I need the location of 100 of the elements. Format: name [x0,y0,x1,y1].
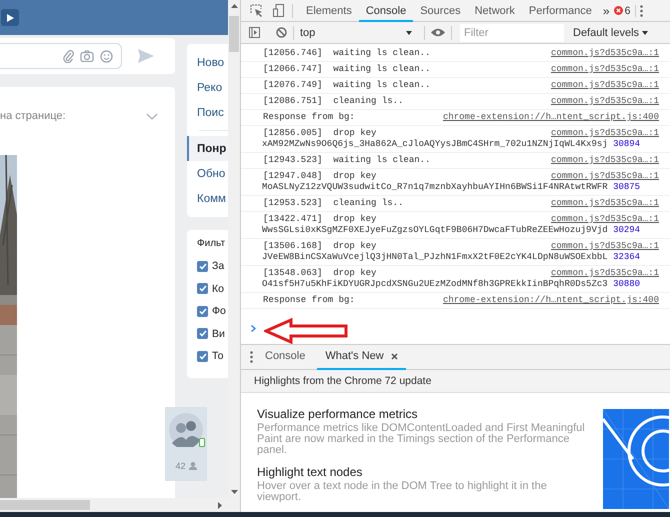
source-link[interactable]: common.js?d535c9a…:1 [550,268,659,279]
log-number: 30294 [613,225,640,235]
feature-title: Highlight text nodes [257,465,364,479]
source-link[interactable]: common.js?d535c9a…:1 [550,198,659,209]
log-message: Response from bg: [263,112,355,123]
eye-icon[interactable] [431,28,445,37]
dropdown-arrow-icon [406,30,412,34]
filter-title: Фильт [197,238,226,251]
horizontal-scrollbar[interactable] [0,498,240,512]
menu-item[interactable]: Комм [187,186,228,211]
menu-icon[interactable] [640,4,644,16]
checkbox-label: Фо [212,305,226,318]
avatar[interactable] [169,413,203,447]
scroll-down-icon[interactable] [230,490,238,494]
source-link[interactable]: common.js?d535c9a…:1 [550,96,659,107]
devtools-tab[interactable]: Network [468,0,522,22]
smiley-icon[interactable] [100,50,113,62]
message-field[interactable] [0,43,122,69]
menu-item[interactable]: Реко [187,75,228,100]
scroll-right-icon[interactable] [218,502,222,508]
log-message: [12947.048] drop key [263,171,376,182]
filter-field[interactable]: Filter [460,24,564,42]
log-key: JVeEW8BinCSXaWuVcejlQ3jHN0Tal_PJzhN1FmxX2tF0E2cYK4LDpN8uWSOExbbL [262,252,608,262]
log-message: [12066.747] waiting ls clean.. [263,64,430,75]
menu-item[interactable]: Обно [187,161,228,186]
chevron-down-icon[interactable] [146,112,158,120]
error-count: 6 [624,4,630,16]
checkbox[interactable] [197,283,208,294]
checkbox-label: То [212,350,224,362]
camera-icon[interactable] [80,50,94,62]
log-message: [12953.523] cleaning ls.. [263,198,404,209]
clear-console-icon[interactable] [276,27,287,38]
error-icon [614,6,623,15]
scroll-thumb[interactable] [229,16,239,52]
log-message: [13422.471] drop key [263,214,376,225]
person-icon [188,462,196,470]
context-dropdown[interactable]: top [300,26,418,38]
log-number: 30880 [613,279,640,289]
checkbox-label: Ко [212,282,224,295]
play-button[interactable] [1,9,19,26]
menu-item[interactable]: Ново [187,50,228,75]
log-key: MoASLNyZ12zVQUW3sudwitCo_R7n1q7mznbXayhbuAYIHn6BWSi1F4NRAtwtRWFR [262,182,608,192]
log-message: [12943.523] waiting ls clean.. [263,155,430,166]
source-link[interactable]: common.js?d535c9a…:1 [550,241,659,252]
scroll-up-icon[interactable] [230,4,238,8]
highlights-banner: Highlights from the Chrome 72 update [241,370,670,393]
devtools-tab[interactable]: Sources [413,0,468,22]
source-link[interactable]: chrome-extension://h…ntent_script.js:400 [442,295,659,306]
log-message: [13548.063] drop key [263,268,376,279]
source-link[interactable]: common.js?d535c9a…:1 [550,155,659,166]
devtools-tab[interactable]: Elements [299,0,359,22]
source-link[interactable]: common.js?d535c9a…:1 [550,64,659,75]
log-message: [12056.746] waiting ls clean.. [263,48,430,59]
source-link[interactable]: common.js?d535c9a…:1 [550,48,659,59]
feature-description: Hover over a text node in the DOM Tree to highlight it in the viewport. [257,481,548,503]
source-link[interactable]: common.js?d535c9a…:1 [550,128,659,139]
log-message: [13506.168] drop key [263,241,376,252]
source-link[interactable]: common.js?d535c9a…:1 [550,80,659,91]
menu-icon[interactable] [250,351,253,363]
paperclip-icon[interactable] [63,50,74,62]
drawer-tab[interactable]: Console [257,344,314,370]
devtools-tab[interactable]: Performance [522,0,599,22]
prompt-icon[interactable] [251,325,256,332]
source-link[interactable]: chrome-extension://h…ntent_script.js:400 [442,112,659,123]
source-link[interactable]: common.js?d535c9a…:1 [550,171,659,182]
dropdown-arrow-icon [642,30,648,34]
error-counter[interactable]: 6 [614,4,636,16]
menu-item[interactable]: Поис [187,100,228,125]
levels-dropdown[interactable]: Default levels [573,26,648,38]
log-key: WwsSGLsi0xKSgMZF0XEJyeFuZgzsOYLGqtF9B06H7DwcaFTubReZEEwHozuj9Vjd [262,225,608,235]
close-icon[interactable] [390,352,398,360]
log-number: 30875 [613,182,640,192]
inspect-icon[interactable] [250,4,263,17]
play-icon [6,14,14,22]
log-message: [12076.749] waiting ls clean.. [263,80,430,91]
feature-description: Performance metrics like DOMContentLoaded and First Meaningful Paint are now marked in the Timings section of the Performance panel. [257,423,586,456]
menu-item[interactable]: Понр [187,136,228,161]
checkbox[interactable] [197,350,208,362]
log-message: Response from bg: [263,295,355,306]
checkbox[interactable] [197,260,208,272]
log-message: [12086.751] cleaning ls.. [263,96,404,107]
online-count: 42 [175,461,186,471]
sidebar-toggle-icon[interactable] [249,27,260,38]
source-link[interactable]: common.js?d535c9a…:1 [550,214,659,225]
log-key: O41sf5H7u5KhFiKDYUGRJpcdXSNGu2UEzMZodMNf8h3GPREkkIinBPqhR0Ds5Zc3 [262,279,608,289]
vertical-scrollbar[interactable] [228,0,240,498]
checkbox-label: За [212,260,224,272]
scroll-thumb[interactable] [0,500,90,510]
log-number: 32364 [613,252,640,262]
feed-filter-label: на странице: [0,110,66,122]
log-message: [12856.005] drop key [263,128,376,139]
more-tabs-button[interactable]: » [598,4,614,18]
phone-icon [199,438,205,447]
checkbox[interactable] [197,328,208,340]
checkbox-label: Ви [212,328,225,340]
checkbox[interactable] [197,306,208,317]
feature-title: Visualize performance metrics [257,407,419,421]
log-key: xAM92MZwNs9O6Q6js_3Ha862A_cJloAQYysJBmC4SHrm_702u1NZNjIqWL4Kx9sj [262,139,608,149]
device-icon[interactable] [273,4,284,17]
log-number: 30894 [613,139,640,149]
